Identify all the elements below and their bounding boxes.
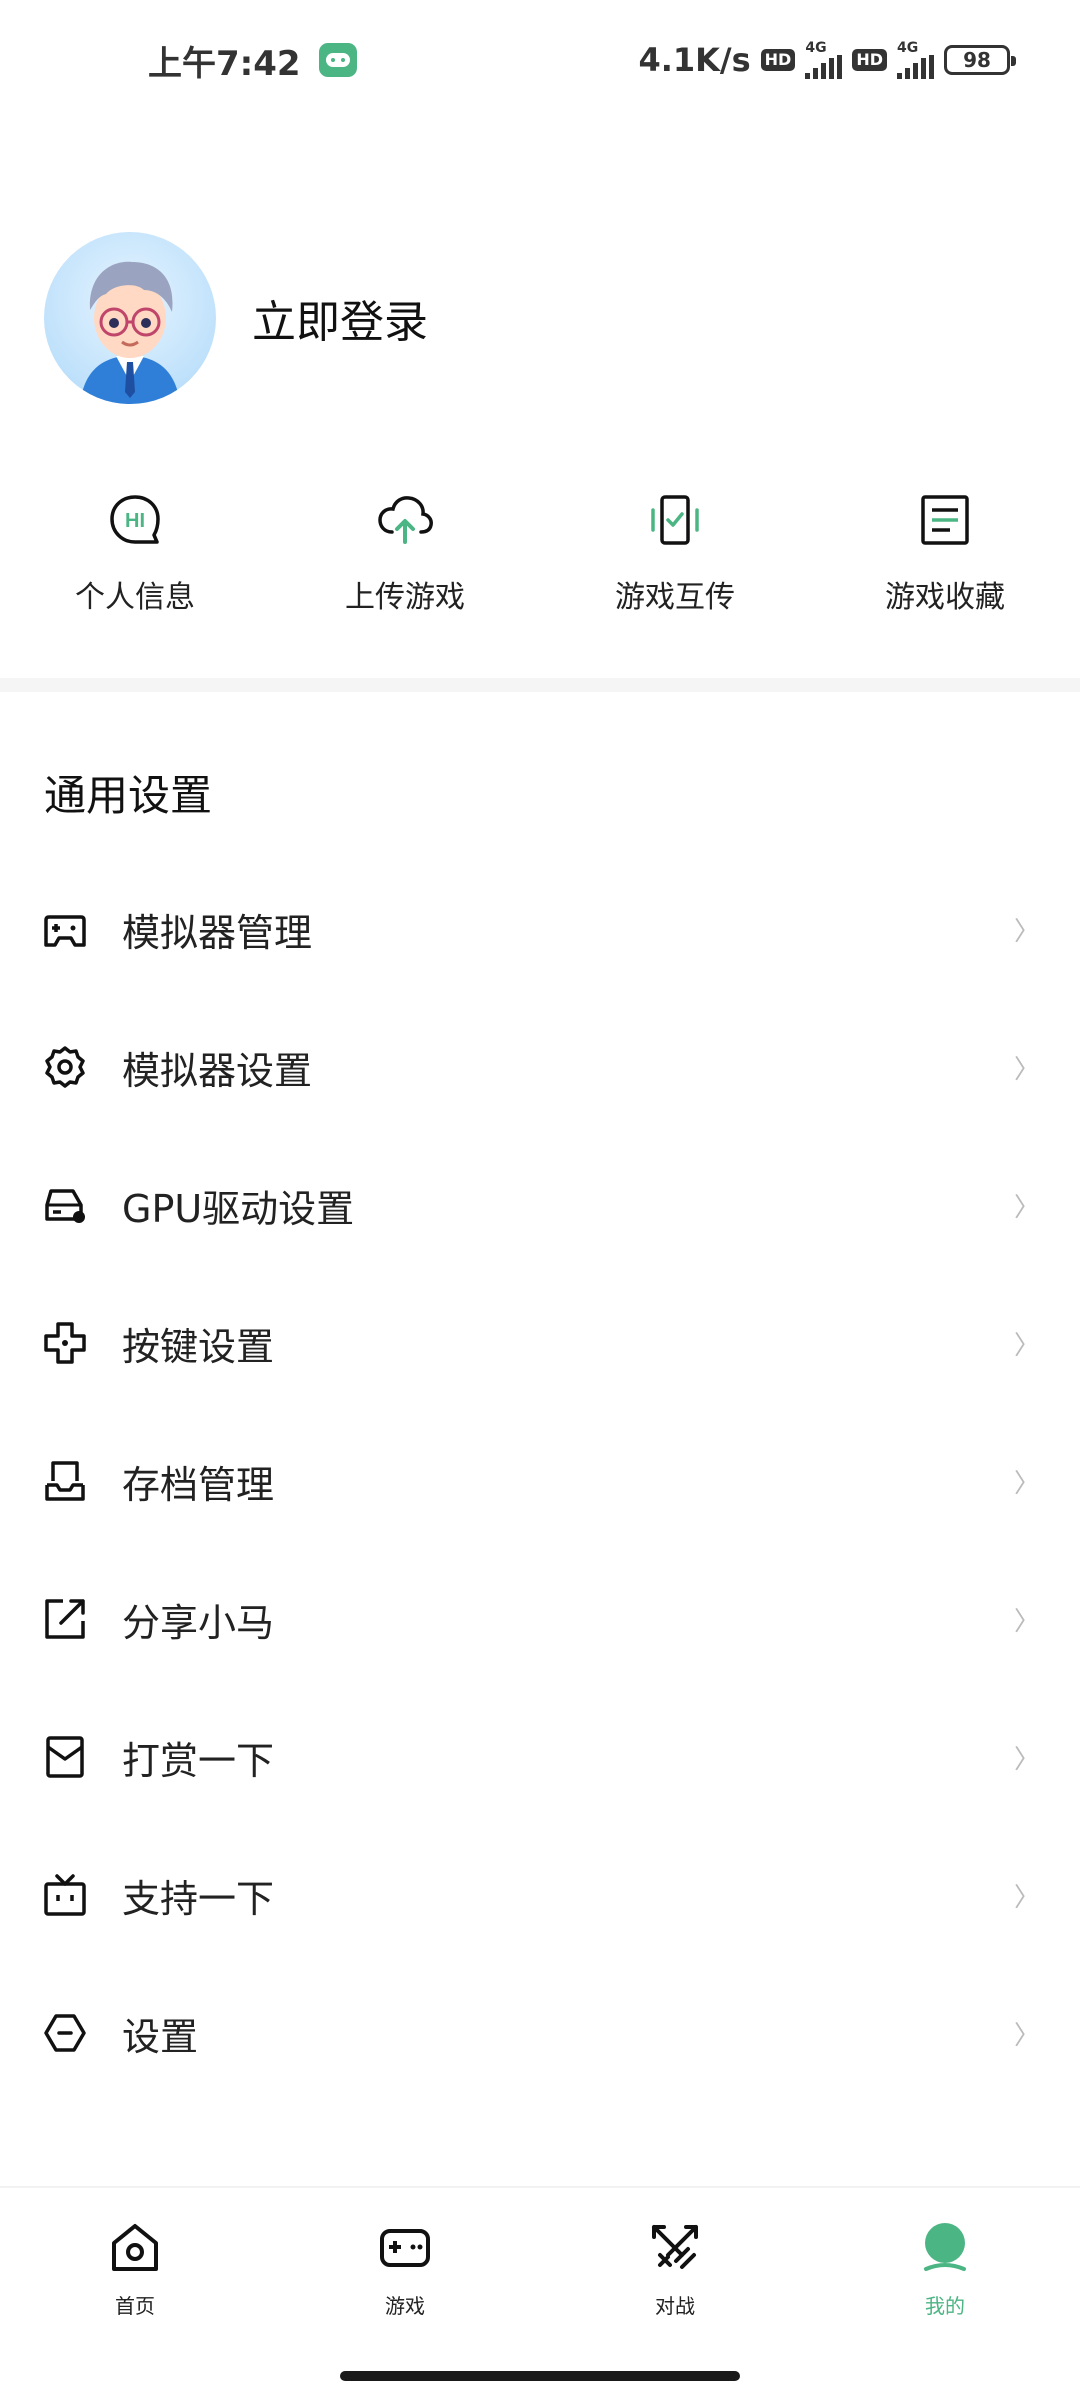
status-right: 4.1K/s HD 4G HD 4G 98	[638, 40, 1016, 79]
avatar[interactable]	[44, 232, 216, 404]
profile-page: 上午7:42 4.1K/s HD 4G HD 4G 98 立即登录 HI 个人信…	[0, 0, 1080, 2400]
menu-label: 支持一下	[122, 1876, 275, 1921]
nav-item-games[interactable]: 游戏	[270, 2188, 540, 2346]
section-title: 通用设置	[44, 771, 213, 820]
quick-actions: HI 个人信息 上传游戏 游戏互传 游戏收藏	[0, 490, 1080, 616]
signal-icon-2: 4G	[897, 41, 934, 79]
menu-label: GPU驱动设置	[122, 1186, 355, 1231]
menu-label: 模拟器管理	[122, 910, 313, 955]
status-time: 上午7:42	[148, 43, 301, 84]
menu-item-emulator-manage[interactable]: 模拟器管理 〉	[0, 860, 1080, 998]
home-icon	[107, 2220, 163, 2276]
home-indicator[interactable]	[340, 2371, 740, 2381]
chevron-right-icon: 〉	[1013, 1054, 1040, 1085]
quick-game-favorites[interactable]: 游戏收藏	[810, 490, 1080, 616]
hd-icon-2: HD	[852, 49, 887, 71]
menu-item-reward[interactable]: 打赏一下 〉	[0, 1688, 1080, 1826]
menu-item-share[interactable]: 分享小马 〉	[0, 1550, 1080, 1688]
menu-label: 模拟器设置	[122, 1048, 313, 1093]
quick-game-transfer[interactable]: 游戏互传	[540, 490, 810, 616]
quick-upload-game[interactable]: 上传游戏	[270, 490, 540, 616]
hexagon-settings-icon	[42, 2010, 88, 2056]
status-left: 上午7:42	[148, 36, 357, 85]
chevron-right-icon: 〉	[1013, 916, 1040, 947]
dpad-icon	[42, 1320, 88, 1366]
game-notification-icon	[318, 43, 357, 77]
battle-swords-icon	[647, 2220, 703, 2276]
quick-label: 游戏收藏	[885, 580, 1005, 615]
nav-label: 首页	[115, 2294, 155, 2318]
chevron-right-icon: 〉	[1013, 1192, 1040, 1223]
document-favorites-icon	[915, 490, 975, 550]
status-bar: 上午7:42 4.1K/s HD 4G HD 4G 98	[0, 0, 1080, 120]
login-link[interactable]: 立即登录	[252, 286, 428, 350]
menu-label: 存档管理	[122, 1462, 275, 1507]
chevron-right-icon: 〉	[1013, 1882, 1040, 1913]
battery-level: 98	[963, 48, 991, 72]
nav-label: 游戏	[385, 2294, 425, 2318]
menu-item-save-manage[interactable]: 存档管理 〉	[0, 1412, 1080, 1550]
menu-label: 设置	[122, 2014, 199, 2059]
hi-bubble-icon: HI	[105, 490, 165, 550]
menu-label: 按键设置	[122, 1324, 275, 1369]
reward-envelope-icon	[42, 1734, 88, 1780]
nav-item-battle[interactable]: 对战	[540, 2188, 810, 2346]
cloud-upload-icon	[375, 490, 435, 550]
share-external-icon	[42, 1596, 88, 1642]
profile-header[interactable]: 立即登录	[44, 232, 428, 404]
settings-menu: 模拟器管理 〉 模拟器设置 〉 GPU驱动设置 〉 按键设置 〉 存档管理 〉 …	[0, 860, 1080, 2102]
section-divider	[0, 678, 1080, 692]
menu-item-gpu-driver[interactable]: GPU驱动设置 〉	[0, 1136, 1080, 1274]
nav-label: 我的	[925, 2294, 965, 2318]
network-speed: 4.1K/s	[638, 41, 751, 79]
network-type: 4G	[805, 40, 827, 56]
network-type-2: 4G	[897, 40, 919, 56]
nav-item-home[interactable]: 首页	[0, 2188, 270, 2346]
menu-label: 分享小马	[122, 1600, 275, 1645]
chevron-right-icon: 〉	[1013, 1744, 1040, 1775]
quick-label: 个人信息	[75, 580, 195, 615]
game-controller-icon	[377, 2220, 433, 2276]
menu-item-key-settings[interactable]: 按键设置 〉	[0, 1274, 1080, 1412]
profile-icon	[917, 2220, 973, 2276]
battery-icon: 98	[944, 45, 1016, 75]
signal-icon: 4G	[805, 40, 843, 79]
gpu-icon	[42, 1182, 88, 1228]
save-tray-icon	[42, 1458, 88, 1504]
quick-personal-info[interactable]: HI 个人信息	[0, 490, 270, 616]
gamepad-icon	[42, 906, 88, 952]
gear-icon	[42, 1044, 88, 1090]
menu-label: 打赏一下	[122, 1738, 275, 1783]
menu-item-support[interactable]: 支持一下 〉	[0, 1826, 1080, 1964]
svg-text:HI: HI	[125, 510, 145, 532]
bottom-nav: 首页 游戏 对战 我的	[0, 2186, 1080, 2346]
hd-icon: HD	[760, 49, 796, 71]
tv-icon	[42, 1872, 88, 1918]
nav-item-mine[interactable]: 我的	[810, 2188, 1080, 2346]
quick-label: 游戏互传	[615, 580, 735, 615]
menu-item-emulator-settings[interactable]: 模拟器设置 〉	[0, 998, 1080, 1136]
chevron-right-icon: 〉	[1013, 1330, 1040, 1361]
chevron-right-icon: 〉	[1013, 1468, 1040, 1499]
menu-item-settings[interactable]: 设置 〉	[0, 1964, 1080, 2102]
quick-label: 上传游戏	[345, 580, 465, 615]
chevron-right-icon: 〉	[1013, 2020, 1040, 2051]
nav-label: 对战	[655, 2294, 695, 2318]
phone-transfer-icon	[645, 490, 705, 550]
chevron-right-icon: 〉	[1013, 1606, 1040, 1637]
